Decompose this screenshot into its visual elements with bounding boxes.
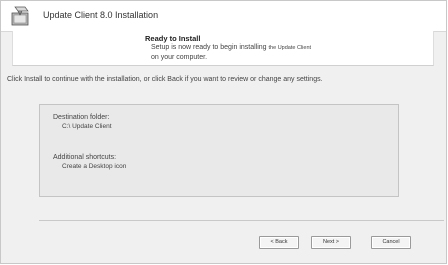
subtitle-text-line2: on your computer.	[151, 54, 208, 61]
back-button[interactable]: < Back	[259, 236, 299, 249]
wizard-header: Ready to Install Setup is now ready to b…	[12, 31, 434, 66]
page-subtitle: Setup is now ready to begin installing t…	[151, 43, 311, 62]
installer-icon	[9, 4, 33, 28]
additional-shortcuts-value: Create a Desktop icon	[62, 163, 127, 170]
instruction-text: Click Install to continue with the insta…	[7, 76, 323, 83]
additional-shortcuts-label: Additional shortcuts:	[53, 154, 117, 161]
destination-folder-label: Destination folder:	[53, 114, 110, 121]
cancel-button[interactable]: Cancel	[371, 236, 411, 249]
destination-folder-value: C:\ Update Client	[62, 123, 112, 130]
footer-divider	[39, 220, 444, 221]
installer-window: Update Client 8.0 Installation Ready to …	[0, 0, 447, 264]
window-title: Update Client 8.0 Installation	[43, 10, 159, 20]
install-summary-box: Destination folder: C:\ Update Client Ad…	[39, 104, 399, 197]
title-bar: Update Client 8.0 Installation	[1, 1, 446, 32]
subtitle-text: Setup is now ready to begin installing	[151, 44, 267, 51]
subtitle-app-name: the Update Client	[268, 45, 312, 51]
next-button[interactable]: Next >	[311, 236, 351, 249]
page-title: Ready to Install	[145, 34, 201, 43]
